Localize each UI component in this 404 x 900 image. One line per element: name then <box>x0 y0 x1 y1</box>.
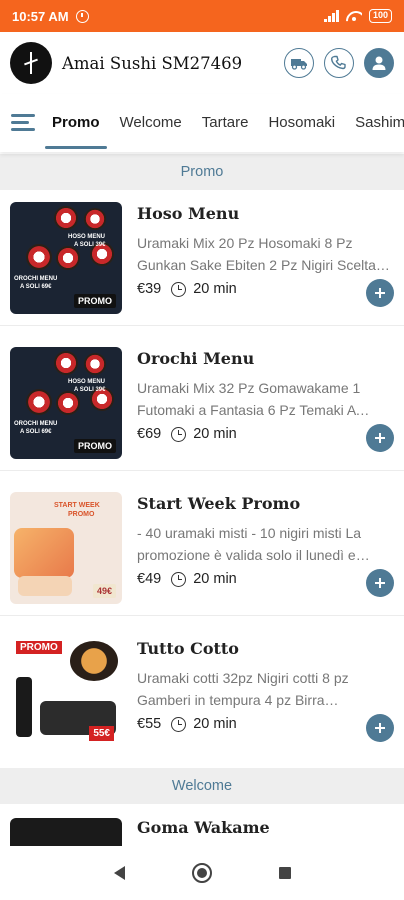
item-prep-time: 20 min <box>193 281 237 297</box>
item-price: €55 <box>137 716 162 732</box>
item-prep-time: 20 min <box>193 571 237 587</box>
delivery-truck-icon <box>291 59 307 70</box>
add-to-cart-button[interactable] <box>366 714 394 742</box>
tab-hosomaki[interactable]: Hosomaki <box>258 94 345 152</box>
delivery-button[interactable] <box>284 48 314 78</box>
section-header-promo: Promo <box>0 154 404 190</box>
item-price: €69 <box>137 426 162 442</box>
item-description: Uramaki cotti 32pz Nigiri cotti 8 pz Gam… <box>137 670 349 708</box>
item-meta: €49 20 min <box>137 571 237 587</box>
plus-icon <box>375 433 385 443</box>
item-prep-time: 20 min <box>193 426 237 442</box>
tab-sashimi[interactable]: Sashimi <box>345 94 404 152</box>
tab-promo[interactable]: Promo <box>42 94 110 152</box>
tab-tartare[interactable]: Tartare <box>192 94 259 152</box>
add-to-cart-button[interactable] <box>366 279 394 307</box>
hamburger-menu-icon[interactable] <box>0 94 42 152</box>
item-name: Orochi Menu <box>137 349 255 368</box>
item-image: HOSO MENU A SOLI 39€ OROCHI MENU A SOLI … <box>10 347 122 459</box>
home-icon[interactable] <box>191 863 212 883</box>
signal-icon <box>324 10 339 22</box>
item-name: Start Week Promo <box>137 494 301 513</box>
account-button[interactable] <box>364 48 394 78</box>
back-icon[interactable] <box>113 866 125 880</box>
item-meta: €55 20 min <box>137 716 237 732</box>
item-image: START WEEK PROMO 49€ <box>10 492 122 604</box>
menu-item-card[interactable]: PROMO 55€ Tutto Cotto Uramaki cotti 32pz… <box>0 625 404 761</box>
header-actions <box>284 48 394 78</box>
clock-icon <box>171 716 187 732</box>
alarm-icon <box>75 9 89 23</box>
menu-item-card[interactable]: START WEEK PROMO 49€ Start Week Promo - … <box>0 480 404 616</box>
item-description: - 40 uramaki misti - 10 nigiri misti La … <box>137 525 362 563</box>
tab-welcome[interactable]: Welcome <box>110 94 192 152</box>
category-tabs: Promo Welcome Tartare Hosomaki Sashimi <box>0 94 404 152</box>
app-header: Amai Sushi SM27469 <box>0 32 404 94</box>
plus-icon <box>375 288 385 298</box>
item-description: Uramaki Mix 32 Pz Gomawakame 1 Futomaki … <box>137 380 361 418</box>
restaurant-logo[interactable] <box>10 42 52 84</box>
item-image: PROMO 55€ <box>10 637 122 749</box>
system-nav-bar <box>0 846 404 900</box>
clock-icon <box>171 571 187 587</box>
user-icon <box>372 56 386 70</box>
item-price: €39 <box>137 281 162 297</box>
call-button[interactable] <box>324 48 354 78</box>
restaurant-name: Amai Sushi SM27469 <box>62 53 243 73</box>
item-price: €49 <box>137 571 162 587</box>
plus-icon <box>375 578 385 588</box>
item-name: Tutto Cotto <box>137 639 239 658</box>
item-prep-time: 20 min <box>193 716 237 732</box>
item-description: Uramaki Mix 20 Pz Hosomaki 8 Pz Gunkan S… <box>137 235 376 273</box>
item-meta: €69 20 min <box>137 426 237 442</box>
item-name: Hoso Menu <box>137 204 240 223</box>
menu-item-card[interactable]: Goma Wakame <box>0 804 404 846</box>
recent-apps-icon[interactable] <box>278 867 291 879</box>
item-image <box>10 818 122 846</box>
section-header-welcome: Welcome <box>0 768 404 804</box>
add-to-cart-button[interactable] <box>366 569 394 597</box>
menu-item-card[interactable]: HOSO MENU A SOLI 39€ OROCHI MENU A SOLI … <box>0 190 404 326</box>
status-bar: 10:57 AM 100 <box>0 0 404 32</box>
battery-icon: 100 <box>368 9 392 23</box>
status-indicators: 100 <box>324 9 392 23</box>
phone-icon <box>331 55 346 70</box>
plus-icon <box>375 723 385 733</box>
item-name: Goma Wakame <box>137 818 270 837</box>
clock-icon <box>171 426 187 442</box>
add-to-cart-button[interactable] <box>366 424 394 452</box>
item-image: HOSO MENU A SOLI 39€ OROCHI MENU A SOLI … <box>10 202 122 314</box>
clock-icon <box>171 281 187 297</box>
wifi-icon <box>346 10 362 22</box>
menu-item-card[interactable]: HOSO MENU A SOLI 39€ OROCHI MENU A SOLI … <box>0 335 404 471</box>
item-meta: €39 20 min <box>137 281 237 297</box>
status-time: 10:57 AM <box>12 8 69 24</box>
